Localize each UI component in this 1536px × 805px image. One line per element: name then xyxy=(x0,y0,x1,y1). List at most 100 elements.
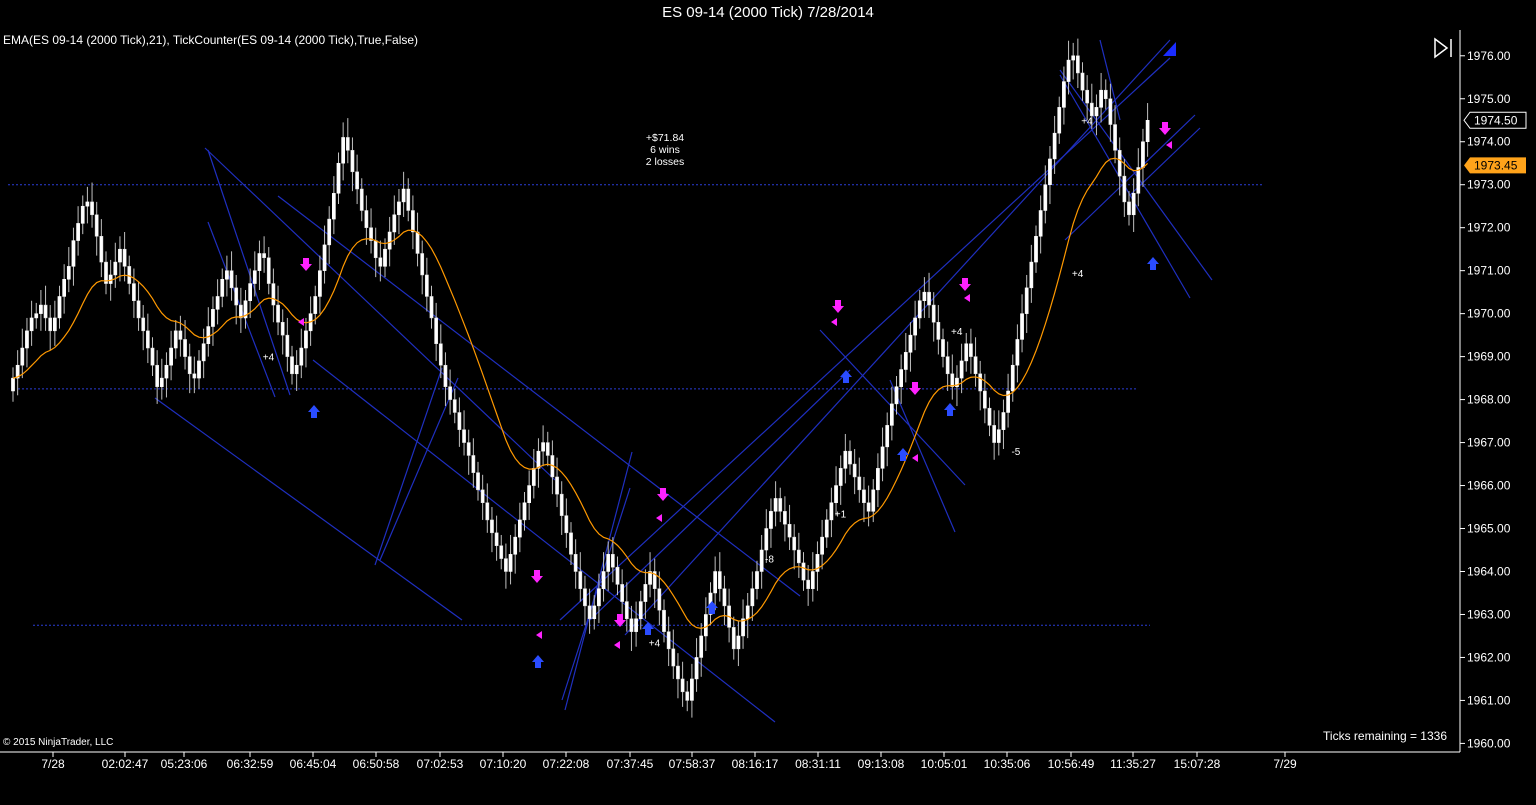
candle-down xyxy=(866,502,871,512)
candle-up xyxy=(118,248,122,263)
candle-down xyxy=(927,291,931,306)
candle-up xyxy=(908,334,913,353)
y-tick-label: 1970.00 xyxy=(1467,307,1511,321)
long-entry-arrow-icon xyxy=(897,448,909,461)
candle-down xyxy=(150,347,155,366)
candle-up xyxy=(1071,55,1076,61)
x-tick-label: 7/28 xyxy=(41,757,65,771)
y-tick-label: 1960.00 xyxy=(1467,736,1511,750)
x-tick-label: 10:05:01 xyxy=(921,757,968,771)
trade-pnl-annotation: +4 xyxy=(263,353,275,364)
candle-down xyxy=(787,523,792,538)
x-tick-label: 07:37:45 xyxy=(607,757,654,771)
candle-down xyxy=(373,240,378,259)
trade-pnl-annotation: +4 xyxy=(951,327,963,338)
candle-down xyxy=(717,571,722,589)
candle-up xyxy=(1131,193,1136,216)
candle-up xyxy=(252,270,257,284)
candle-down xyxy=(564,515,569,534)
candle-up xyxy=(508,554,513,572)
candle-up xyxy=(299,347,304,366)
candle-up xyxy=(39,304,43,314)
candle-down xyxy=(504,558,508,572)
exit-marker-icon xyxy=(831,318,837,326)
y-tick-label: 1973.00 xyxy=(1467,178,1511,192)
y-tick-label: 1962.00 xyxy=(1467,650,1511,664)
long-entry-arrow-icon xyxy=(706,601,718,614)
candle-down xyxy=(945,356,950,375)
candle-up xyxy=(327,218,332,246)
trade-pnl-annotation: +4 xyxy=(1081,116,1093,127)
candle-up xyxy=(53,317,57,332)
losses-label: 2 losses xyxy=(645,156,685,168)
price-chart[interactable]: 1960.00 1961.00 1962.00 1963.00 1964.00 1965.… xyxy=(0,0,1536,805)
indicator-label: EMA(ES 09-14 (2000 Tick),21), TickCounte… xyxy=(3,33,419,47)
collapse-panel-icon[interactable] xyxy=(1433,37,1457,59)
candle-up xyxy=(1141,141,1145,168)
trade-pnl-annotation: +4 xyxy=(1072,269,1084,280)
candle-down xyxy=(620,584,624,602)
candle-down xyxy=(350,150,355,173)
candle-up xyxy=(313,296,318,314)
trendline xyxy=(374,367,443,566)
candle-up xyxy=(201,343,206,362)
x-tick-label: 07:02:53 xyxy=(417,757,464,771)
x-tick-label: 05:23:06 xyxy=(161,757,208,771)
x-tick-label: 10:35:06 xyxy=(984,757,1031,771)
candle-up xyxy=(917,300,922,319)
candle-up xyxy=(211,309,215,327)
candle-down xyxy=(48,317,53,332)
candle-down xyxy=(1122,175,1127,203)
candle-up xyxy=(169,347,173,366)
y-tick-label: 1971.00 xyxy=(1467,264,1511,278)
candle-down xyxy=(629,618,634,632)
candle-down xyxy=(848,450,852,465)
x-tick-label: 07:58:37 xyxy=(669,757,716,771)
x-tick-label: 08:31:11 xyxy=(795,757,841,771)
candle-up xyxy=(1062,81,1066,108)
x-tick-label: 02:02:47 xyxy=(102,757,149,771)
candle-down xyxy=(950,373,955,387)
y-tick-label: 1976.00 xyxy=(1467,49,1511,63)
candle-down xyxy=(578,571,583,589)
candle-down xyxy=(490,519,494,534)
y-tick-label: 1972.00 xyxy=(1467,221,1511,235)
candle-up xyxy=(206,326,211,344)
candle-down xyxy=(127,266,132,284)
candle-up xyxy=(769,511,773,529)
candle-up xyxy=(824,519,829,538)
candle-up xyxy=(1029,261,1034,289)
candle-down xyxy=(1080,72,1085,91)
trendline xyxy=(207,149,291,396)
exit-marker-icon xyxy=(656,514,662,522)
candle-down xyxy=(1076,55,1080,74)
candle-down xyxy=(345,137,350,151)
trendline xyxy=(312,359,776,723)
candle-up xyxy=(336,162,341,194)
candle-up xyxy=(536,450,541,469)
candle-down xyxy=(452,399,457,413)
pnl-label: +$71.84 xyxy=(645,132,685,144)
trendline xyxy=(889,379,956,533)
x-tick-label: 07:22:08 xyxy=(543,757,590,771)
candle-down xyxy=(271,283,276,306)
candle-up xyxy=(62,279,66,297)
candle-up xyxy=(522,502,527,521)
candle-down xyxy=(569,532,573,555)
candle-up xyxy=(597,588,601,607)
candle-down xyxy=(931,304,936,323)
candle-down xyxy=(615,566,620,585)
candle-down xyxy=(969,343,973,357)
candle-up xyxy=(894,386,899,405)
candle-down xyxy=(1089,102,1094,117)
long-entry-arrow-icon xyxy=(308,405,320,418)
candle-down xyxy=(783,511,787,525)
candle-up xyxy=(225,270,229,280)
short-entry-arrow-icon xyxy=(614,614,626,627)
candle-down xyxy=(555,476,559,495)
y-tick-label: 1961.00 xyxy=(1467,693,1511,707)
candle-down xyxy=(462,429,466,443)
candle-up xyxy=(294,364,299,375)
candle-up xyxy=(387,231,392,250)
candle-down xyxy=(94,214,99,237)
